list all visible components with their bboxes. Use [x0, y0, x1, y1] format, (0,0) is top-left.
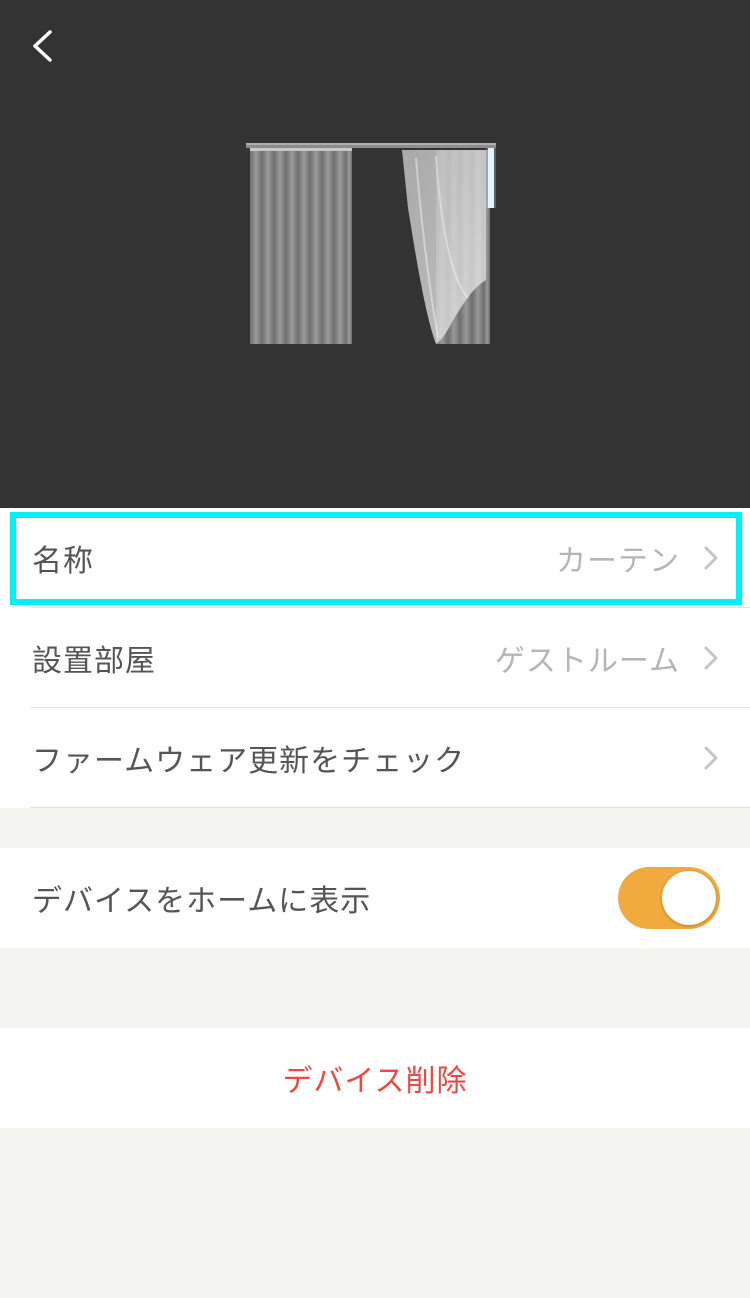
name-row[interactable]: 名称 カーテン: [0, 508, 750, 608]
row-divider: [30, 807, 750, 808]
chevron-right-icon: [704, 646, 718, 670]
name-value: カーテン: [556, 544, 680, 579]
room-row[interactable]: 設置部屋 ゲストルーム: [0, 608, 750, 708]
device-info-group: 名称 カーテン 設置部屋 ゲストルーム ファームウェア更新をチェック: [0, 508, 750, 808]
home-display-group: デバイスをホームに表示: [0, 848, 750, 948]
home-display-label: デバイスをホームに表示: [32, 884, 372, 919]
device-hero: [0, 0, 750, 508]
chevron-left-icon: [33, 30, 52, 62]
room-value: ゲストルーム: [494, 644, 680, 679]
room-label: 設置部屋: [32, 644, 156, 679]
chevron-right-icon: [704, 546, 718, 570]
name-label: 名称: [32, 544, 94, 579]
firmware-check-row[interactable]: ファームウェア更新をチェック: [0, 708, 750, 808]
delete-device-button[interactable]: デバイス削除: [0, 1028, 750, 1128]
delete-group: デバイス削除: [0, 1028, 750, 1128]
delete-device-label: デバイス削除: [282, 1064, 468, 1099]
back-button[interactable]: [22, 24, 66, 68]
home-display-row: デバイスをホームに表示: [0, 848, 750, 948]
firmware-label: ファームウェア更新をチェック: [32, 744, 466, 779]
toggle-knob: [662, 871, 716, 925]
home-display-toggle[interactable]: [618, 867, 720, 929]
chevron-right-icon: [704, 746, 718, 770]
curtain-illustration: [246, 143, 496, 344]
